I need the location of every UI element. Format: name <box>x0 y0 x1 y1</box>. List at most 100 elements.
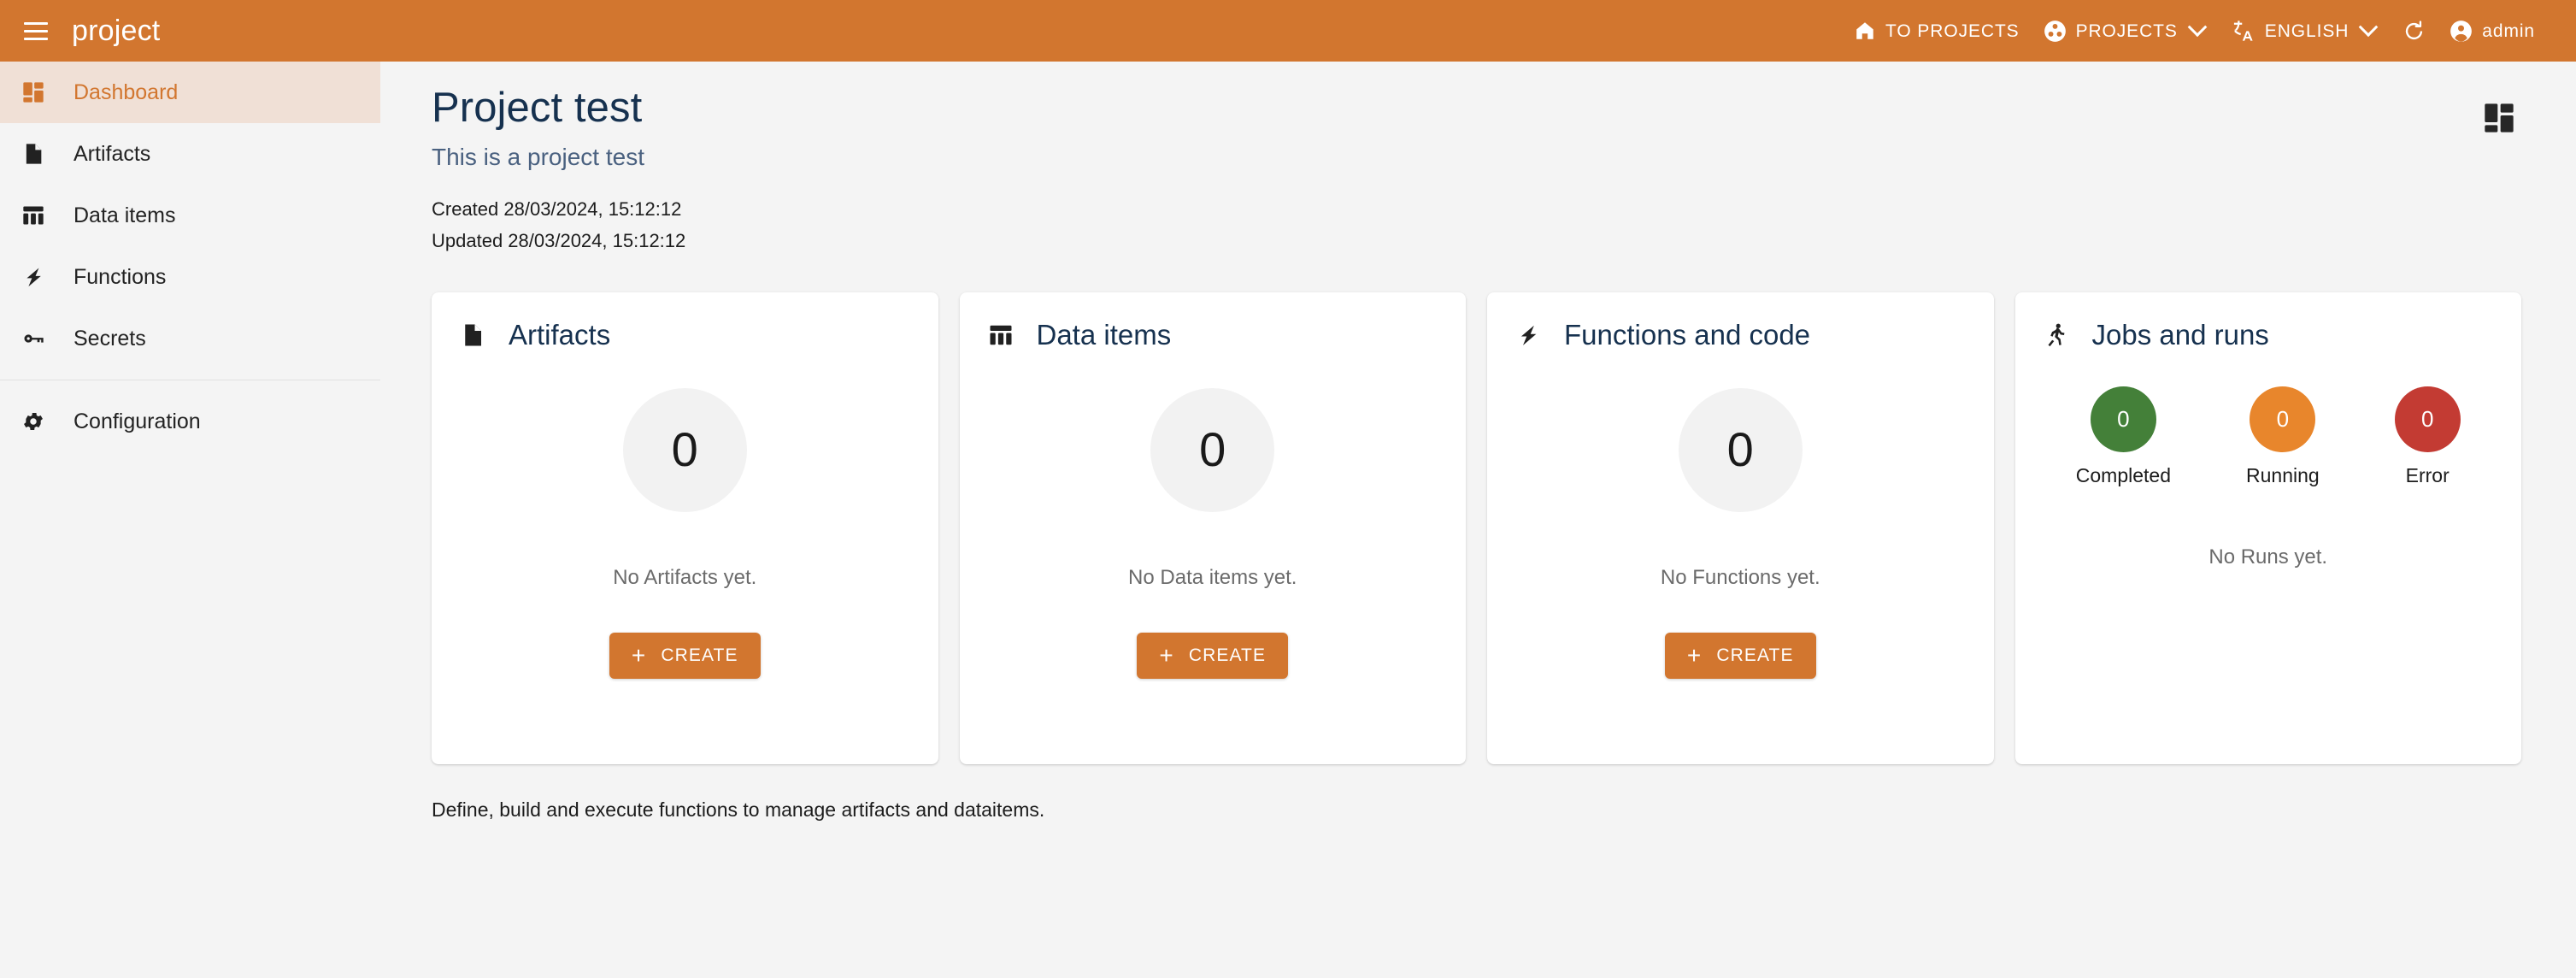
sidebar-item-label: Data items <box>74 203 176 227</box>
hamburger-bar <box>24 29 48 32</box>
app-header: project TO PROJECTS PROJECTS ENGLISH adm… <box>0 0 2576 62</box>
hamburger-menu-icon[interactable] <box>19 14 53 48</box>
sidebar: Dashboard Artifacts Data items Functions… <box>0 62 380 978</box>
artifacts-card: Artifacts 0 No Artifacts yet. + CREATE <box>432 292 938 764</box>
card-header: Data items <box>984 318 1443 352</box>
created-timestamp: Created 28/03/2024, 15:12:12 <box>432 197 682 220</box>
sidebar-item-label: Configuration <box>74 409 201 433</box>
projects-icon <box>2044 20 2067 43</box>
main-content: Project test This is a project test Crea… <box>380 62 2576 978</box>
count-badge: 0 <box>622 387 747 512</box>
running-person-icon <box>2039 318 2073 352</box>
page-header-row: Project test This is a project test Crea… <box>432 85 2521 254</box>
count-badge: 0 <box>1678 387 1803 512</box>
card-body: 0 Completed 0 Running 0 Error No Runs ye… <box>2039 352 2498 742</box>
language-selector-button[interactable]: ENGLISH <box>2220 14 2391 48</box>
sidebar-item-artifacts[interactable]: Artifacts <box>0 123 380 185</box>
header-left-group: project <box>19 14 160 48</box>
card-header: Jobs and runs <box>2039 318 2498 352</box>
status-running[interactable]: 0 Running <box>2246 386 2320 486</box>
sidebar-item-dashboard[interactable]: Dashboard <box>0 62 380 123</box>
status-badge: 0 <box>2394 386 2461 452</box>
empty-state-text: No Runs yet. <box>2208 545 2328 569</box>
jobs-and-runs-card: Jobs and runs 0 Completed 0 Running 0 Er… <box>2014 292 2521 764</box>
job-status-row: 0 Completed 0 Running 0 Error <box>2039 386 2498 486</box>
sidebar-item-data-items[interactable]: Data items <box>0 185 380 246</box>
page-title: Project test <box>432 85 643 131</box>
card-body: 0 No Functions yet. + CREATE <box>1511 352 1970 742</box>
functions-card: Functions and code 0 No Functions yet. +… <box>1487 292 1994 764</box>
account-label: admin <box>2482 21 2535 41</box>
count-badge: 0 <box>1150 387 1275 512</box>
sidebar-item-configuration[interactable]: Configuration <box>0 391 380 452</box>
projects-label: PROJECTS <box>2075 21 2178 41</box>
translate-icon <box>2232 19 2255 43</box>
language-label: ENGLISH <box>2264 21 2350 41</box>
data-items-card: Data items 0 No Data items yet. + CREATE <box>959 292 1466 764</box>
refresh-icon <box>2403 20 2426 43</box>
to-projects-label: TO PROJECTS <box>1885 21 2020 41</box>
create-artifact-button[interactable]: + CREATE <box>609 632 761 679</box>
empty-state-text: No Functions yet. <box>1660 565 1820 589</box>
card-title: Functions and code <box>1564 319 1811 351</box>
dashboard-grid-icon[interactable] <box>2482 101 2516 139</box>
page-subtitle: This is a project test <box>432 143 644 170</box>
header-right-group: TO PROJECTS PROJECTS ENGLISH admin <box>1842 14 2547 48</box>
status-label: Completed <box>2075 463 2172 486</box>
key-icon <box>17 322 50 355</box>
summary-cards-row: Artifacts 0 No Artifacts yet. + CREATE D… <box>432 292 2521 764</box>
status-value: 0 <box>2420 406 2434 433</box>
sidebar-item-label: Secrets <box>74 326 146 351</box>
projects-selector-button[interactable]: PROJECTS <box>2032 15 2220 48</box>
create-button-label: CREATE <box>1188 645 1267 665</box>
file-document-icon <box>456 318 490 352</box>
chevron-down-icon <box>2358 17 2379 38</box>
page-header-text: Project test This is a project test Crea… <box>432 85 685 254</box>
card-header: Functions and code <box>1511 318 1970 352</box>
hamburger-bar <box>24 37 48 40</box>
app-title: project <box>72 15 161 47</box>
account-circle-icon <box>2450 20 2473 43</box>
count-value: 0 <box>1199 422 1226 477</box>
plus-icon: + <box>1159 641 1174 669</box>
file-document-icon <box>17 138 50 170</box>
card-body: 0 No Artifacts yet. + CREATE <box>456 352 915 742</box>
count-value: 0 <box>671 422 698 477</box>
status-value: 0 <box>2276 406 2290 433</box>
sidebar-item-label: Artifacts <box>74 141 151 166</box>
gear-icon <box>17 405 50 438</box>
status-error[interactable]: 0 Error <box>2394 386 2461 486</box>
sidebar-item-secrets[interactable]: Secrets <box>0 308 380 369</box>
lightning-bolt-icon <box>1511 318 1545 352</box>
hamburger-bar <box>24 21 48 25</box>
create-button-label: CREATE <box>1716 645 1794 665</box>
to-projects-button[interactable]: TO PROJECTS <box>1842 15 2032 47</box>
sidebar-item-functions[interactable]: Functions <box>0 246 380 308</box>
create-button-label: CREATE <box>661 645 738 665</box>
status-value: 0 <box>2117 406 2130 433</box>
sidebar-item-label: Functions <box>74 264 167 289</box>
table-columns-icon <box>984 318 1018 352</box>
status-label: Running <box>2246 463 2320 486</box>
refresh-button[interactable] <box>2391 15 2438 48</box>
status-label: Error <box>2405 463 2450 486</box>
create-data-item-button[interactable]: + CREATE <box>1137 632 1289 679</box>
chevron-down-icon <box>2187 17 2208 38</box>
dashboard-grid-icon <box>17 76 50 109</box>
table-columns-icon <box>17 199 50 232</box>
empty-state-text: No Artifacts yet. <box>613 565 757 589</box>
account-button[interactable]: admin <box>2438 15 2547 48</box>
empty-state-text: No Data items yet. <box>1128 565 1297 589</box>
create-function-button[interactable]: + CREATE <box>1664 632 1816 679</box>
plus-icon: + <box>631 641 647 669</box>
card-title: Jobs and runs <box>2091 319 2269 351</box>
status-badge: 0 <box>2090 386 2156 452</box>
status-completed[interactable]: 0 Completed <box>2076 386 2171 486</box>
card-header: Artifacts <box>456 318 915 352</box>
card-title: Data items <box>1036 319 1172 351</box>
lightning-bolt-icon <box>17 261 50 293</box>
footer-note: Define, build and execute functions to m… <box>432 798 1045 821</box>
sidebar-item-label: Dashboard <box>74 80 179 104</box>
status-badge: 0 <box>2250 386 2316 452</box>
count-value: 0 <box>1726 422 1754 477</box>
